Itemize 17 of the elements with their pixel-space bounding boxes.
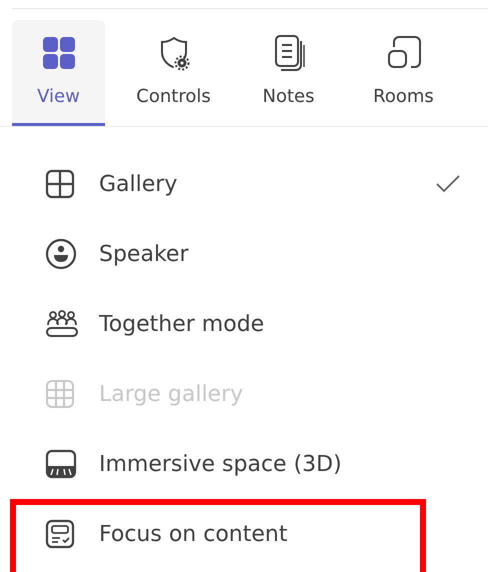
tab[interactable]: Controls bbox=[127, 20, 220, 126]
menu-item[interactable]: Gallery bbox=[0, 149, 488, 219]
rooms-icon bbox=[386, 35, 422, 71]
content-icon bbox=[45, 519, 75, 549]
menu-item[interactable]: Together mode bbox=[0, 289, 488, 359]
speaker-icon bbox=[45, 238, 77, 270]
grid-icon bbox=[45, 379, 75, 409]
tab[interactable]: Rooms bbox=[357, 20, 450, 126]
menu-item[interactable]: Speaker bbox=[0, 219, 488, 289]
immersive-icon bbox=[45, 449, 77, 479]
menu-item[interactable]: Focus on content bbox=[0, 499, 488, 569]
menu-item[interactable]: Immersive space (3D) bbox=[0, 429, 488, 499]
grid-icon bbox=[42, 36, 76, 70]
group-icon bbox=[45, 309, 79, 339]
tab[interactable]: View bbox=[12, 20, 105, 126]
tab[interactable]: Notes bbox=[242, 20, 335, 126]
grid-icon bbox=[45, 169, 75, 199]
